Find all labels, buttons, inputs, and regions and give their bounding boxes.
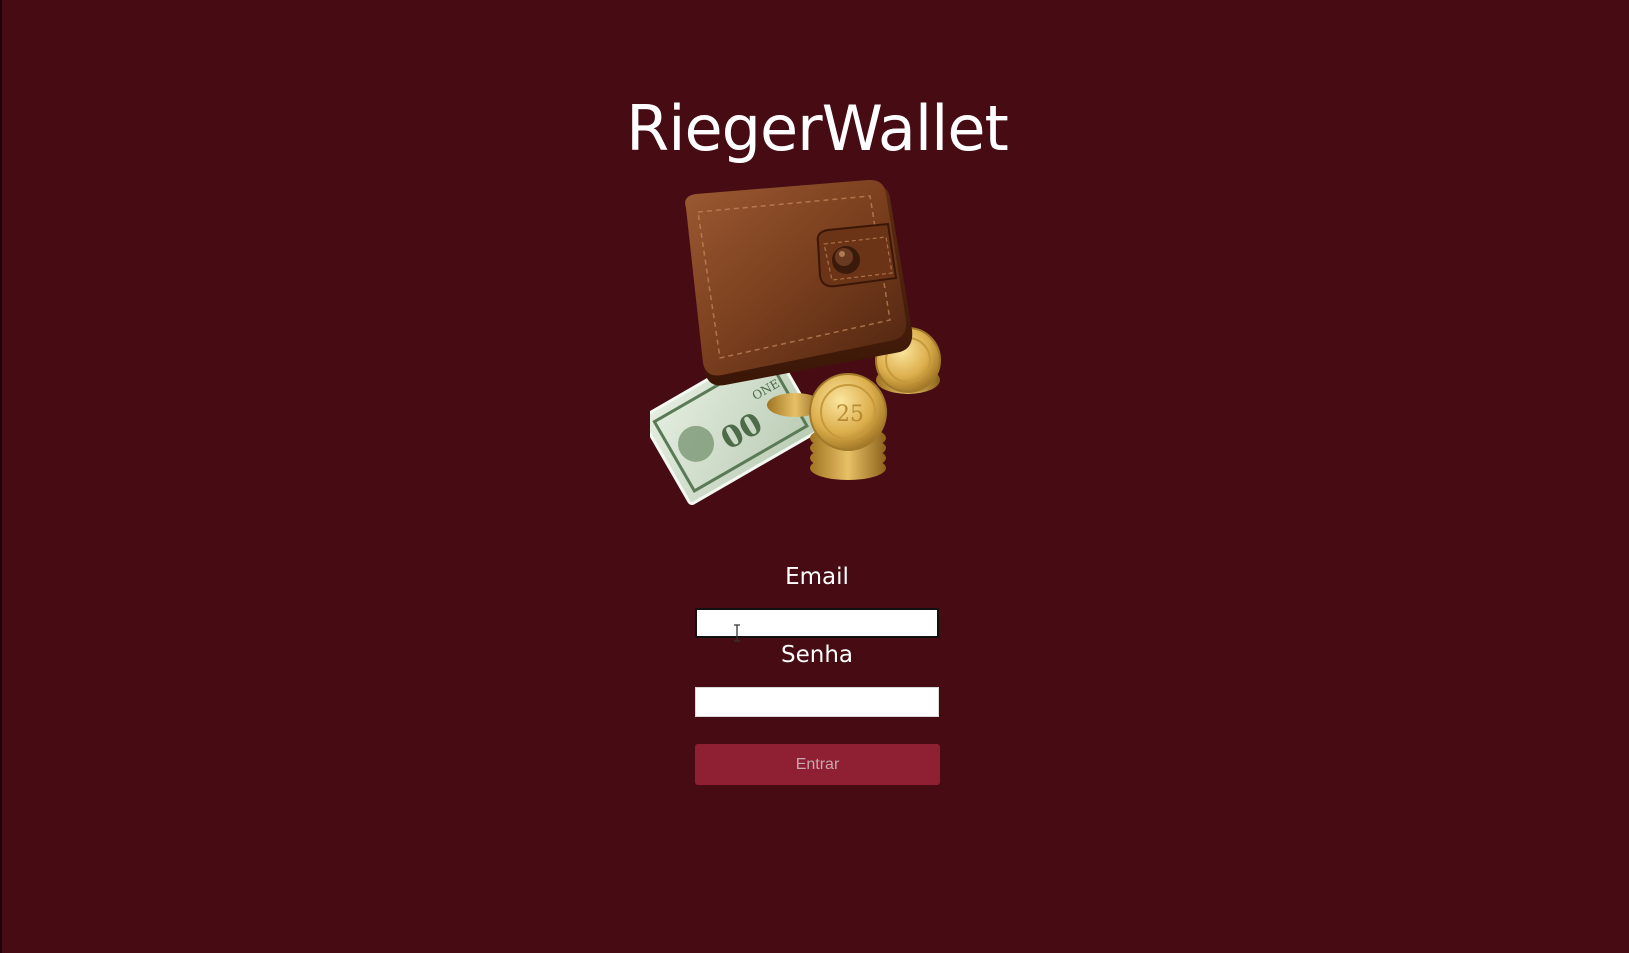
- wallet-with-money-and-coins-icon: 00 ONE 25: [650, 180, 941, 506]
- text-cursor-icon: [734, 624, 740, 642]
- coin-stack-front-icon: 25: [809, 373, 887, 480]
- wallet-icon: [685, 180, 913, 386]
- email-label: Email: [785, 564, 849, 590]
- password-label: Senha: [781, 642, 853, 668]
- email-input[interactable]: [695, 608, 939, 638]
- login-button[interactable]: Entrar: [695, 744, 940, 785]
- svg-text:25: 25: [836, 402, 864, 427]
- app-title: RiegerWallet: [626, 92, 1009, 165]
- password-input[interactable]: [695, 687, 939, 717]
